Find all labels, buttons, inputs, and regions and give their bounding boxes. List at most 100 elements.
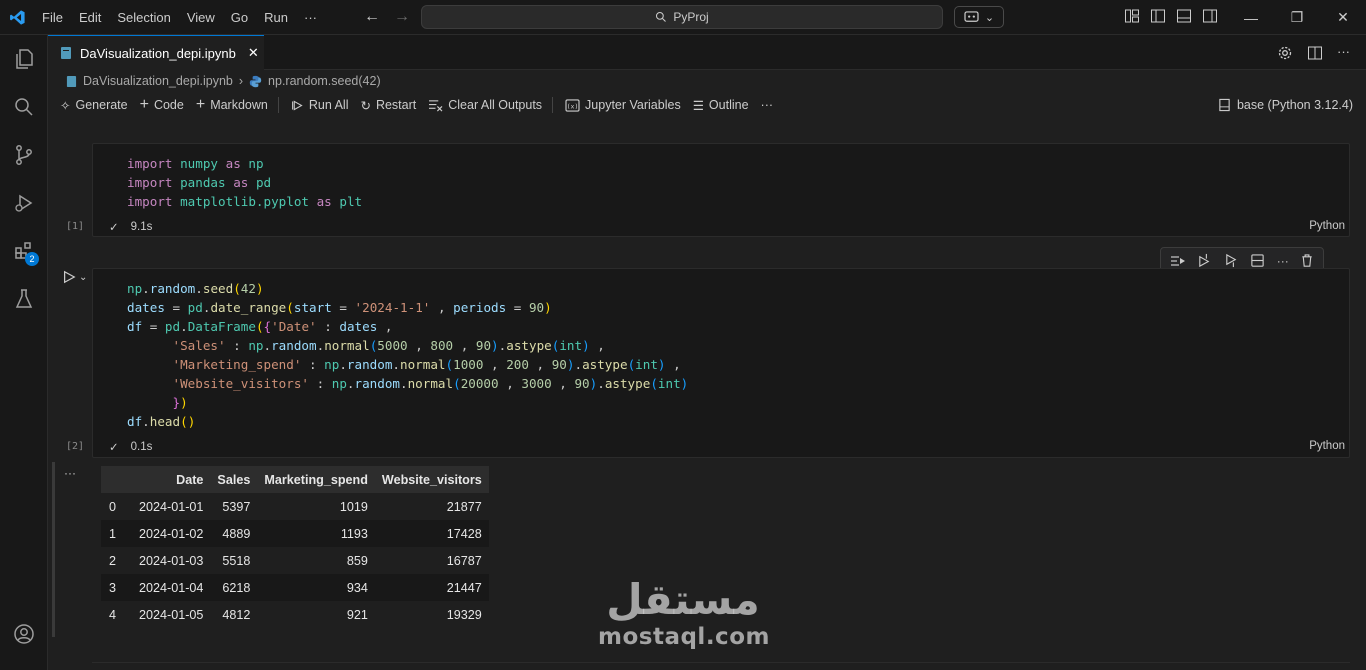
account-icon[interactable] [0,610,48,658]
table-cell: 2024-01-04 [139,580,204,595]
testing-flask-icon[interactable] [0,275,48,323]
customize-layout-icon[interactable] [1124,8,1140,24]
run-by-line-icon[interactable] [1170,254,1186,268]
cell-more-icon[interactable]: ··· [1277,254,1289,268]
toggle-panel-icon[interactable] [1176,8,1192,24]
clear-outputs-button[interactable]: Clear All Outputs [428,98,542,112]
table-cell: 2024-01-05 [139,607,204,622]
table-cell: 19329 [446,607,482,622]
generate-label: Generate [75,98,128,112]
breadcrumb-file[interactable]: DaVisualization_depi.ipynb [83,74,233,88]
run-all-icon [291,100,303,110]
explorer-icon[interactable] [0,35,48,83]
check-icon: ✓ [109,222,119,234]
table-cell: 3 [109,580,117,595]
command-center-search[interactable]: PyProj [421,5,943,29]
copilot-button[interactable]: ⌄ [954,6,1004,28]
dataframe-output-table: Date Sales Marketing_spend Website_visit… [101,466,489,628]
cell-1-language[interactable]: Python [1309,220,1345,232]
toggle-secondary-sidebar-icon[interactable] [1202,8,1218,24]
run-all-button[interactable]: Run All [291,98,349,112]
split-cell-icon[interactable] [1250,253,1265,268]
cell-1-time: 9.1s [130,221,153,233]
table-cell: 859 [346,553,368,568]
table-cell: 1 [109,526,117,541]
more-actions-icon[interactable]: ··· [1337,45,1350,61]
extensions-badge: 2 [25,252,39,266]
table-cell: 17428 [446,526,482,541]
tab-label: DaVisualization_depi.ipynb [80,45,236,61]
outline-label: Outline [708,98,749,112]
menu-selection[interactable]: Selection [109,0,178,35]
jupyter-variables-button[interactable]: (x) Jupyter Variables [565,98,681,112]
split-editor-icon[interactable] [1307,45,1323,61]
run-all-label: Run All [308,98,349,112]
table-cell: 2024-01-02 [139,526,204,541]
menu-more[interactable]: ··· [296,0,325,35]
more-toolbar-button[interactable]: ··· [761,98,774,112]
output-actions-button[interactable]: ··· [64,466,76,480]
table-cell: 2 [109,553,117,568]
chevron-down-icon[interactable]: ⌄ [79,272,87,283]
command-center-label: PyProj [673,10,709,24]
notebook-file-icon [66,75,77,87]
menu-go[interactable]: Go [223,0,256,35]
forward-arrow-icon[interactable]: → [394,8,410,26]
breadcrumb-symbol[interactable]: np.random.seed(42) [268,74,381,88]
table-cell: 2024-01-01 [139,499,204,514]
execute-above-icon[interactable] [1197,253,1212,268]
menu-run[interactable]: Run [256,0,296,35]
table-cell: 4 [109,607,117,622]
table-row: 0 2024-01-01 5397 1019 21877 [101,493,489,520]
kernel-icon [1219,98,1230,112]
cell-1-code[interactable]: import numpy as np import pandas as pd i… [93,144,1349,211]
clear-all-icon [429,99,443,111]
output-collapse-bar[interactable] [52,462,55,637]
cell-2-code[interactable]: np.random.seed(42) dates = pd.date_range… [93,269,1349,431]
restart-button[interactable]: ↻ Restart [360,98,416,113]
table-header-marketing-spend: Marketing_spend [264,472,368,487]
kernel-label: base (Python 3.12.4) [1236,98,1353,112]
generate-button[interactable]: ✧ Generate [60,98,128,113]
toggle-primary-sidebar-icon[interactable] [1150,8,1166,24]
menu-edit[interactable]: Edit [71,0,109,35]
plus-icon: + [195,96,206,113]
menu-file[interactable]: File [34,0,71,35]
restore-icon[interactable]: ❐ [1274,0,1320,35]
table-row: 1 2024-01-02 4889 1193 17428 [101,520,489,547]
svg-text:(x): (x) [567,102,579,110]
add-code-button[interactable]: + Code [140,96,184,114]
mostaql-watermark-logo: مستقل mostaql.com [598,576,769,651]
variables-icon: (x) [565,98,580,112]
close-window-icon[interactable]: ✕ [1320,0,1366,35]
table-header-row: Date Sales Marketing_spend Website_visit… [101,466,489,493]
add-markdown-button[interactable]: + Markdown [196,96,268,114]
source-control-icon[interactable] [0,131,48,179]
table-row: 2 2024-01-03 5518 859 16787 [101,547,489,574]
table-cell: 2024-01-03 [139,553,204,568]
back-arrow-icon[interactable]: ← [364,8,380,26]
close-icon[interactable]: ✕ [248,45,259,61]
minimize-icon[interactable]: — [1228,0,1274,35]
code-cell-1[interactable]: import numpy as np import pandas as pd i… [92,143,1350,237]
jupyter-variables-label: Jupyter Variables [585,98,681,112]
menu-view[interactable]: View [179,0,223,35]
table-header-index [101,466,132,493]
trash-icon[interactable] [1300,253,1314,268]
execute-below-icon[interactable] [1224,253,1239,268]
table-cell: 21447 [446,580,482,595]
clear-outputs-label: Clear All Outputs [448,98,543,112]
table-cell: 4889 [222,526,251,541]
extensions-icon[interactable]: 2 [0,227,48,275]
layout-controls [1124,8,1218,24]
run-debug-icon[interactable] [0,179,48,227]
run-cell-button[interactable]: ⌄ [62,270,87,284]
outline-button[interactable]: ☰ Outline [693,98,749,113]
gear-icon[interactable] [1277,45,1293,61]
kernel-picker[interactable]: base (Python 3.12.4) [1218,98,1353,112]
cell-2-language[interactable]: Python [1309,440,1345,452]
search-icon[interactable] [0,83,48,131]
tab-notebook[interactable]: DaVisualization_depi.ipynb ✕ [48,35,264,70]
editor-tabs: DaVisualization_depi.ipynb ✕ ··· [48,35,1366,70]
code-cell-2[interactable]: np.random.seed(42) dates = pd.date_range… [92,268,1350,458]
